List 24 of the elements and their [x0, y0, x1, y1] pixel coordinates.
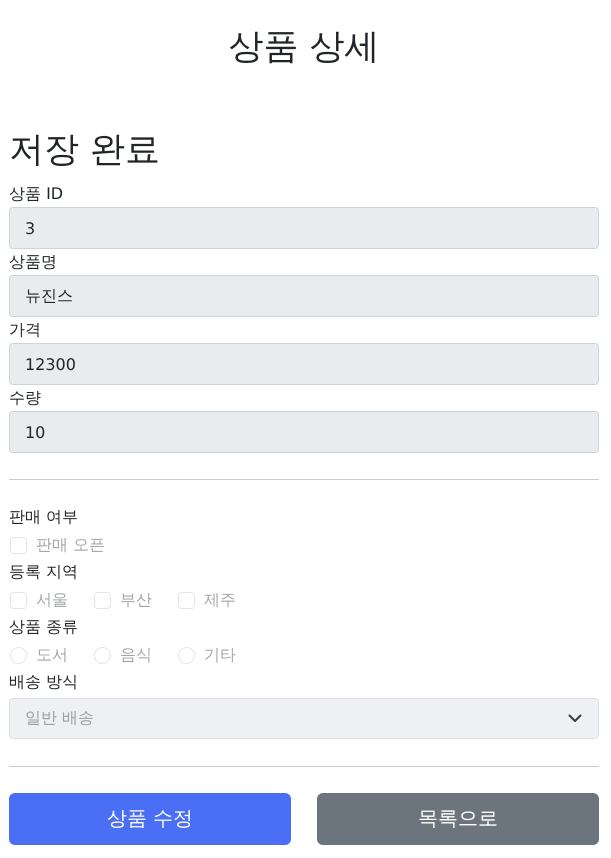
status-heading: 저장 완료	[9, 129, 160, 171]
edit-product-button[interactable]: 상품 수정	[9, 792, 291, 844]
chevron-down-icon	[568, 714, 582, 722]
option-label: 음식	[120, 644, 152, 666]
option-label: 기타	[204, 644, 236, 666]
field-label: 수량	[9, 387, 41, 409]
option-label: 부산	[120, 590, 152, 611]
text-field[interactable]: 뉴진스	[9, 275, 599, 317]
field-label: 상품명	[9, 251, 57, 273]
group-label: 등록 지역	[9, 562, 78, 584]
option-label: 제주	[204, 590, 236, 611]
option-label: 도서	[36, 644, 68, 666]
option-label: 판매 오픈	[36, 534, 106, 556]
group-label: 상품 종류	[9, 617, 78, 638]
field-label: 상품 ID	[9, 183, 64, 205]
text-field[interactable]: 10	[9, 411, 599, 453]
back-to-list-button[interactable]: 목록으로	[317, 792, 599, 844]
field-label: 배송 방식	[9, 672, 78, 694]
page-title: 상품 상세	[228, 26, 380, 68]
text-field[interactable]: 12300	[9, 343, 599, 385]
text-field[interactable]: 3	[9, 207, 599, 249]
option-label: 서울	[36, 590, 68, 611]
field-label: 가격	[9, 319, 41, 341]
group-label: 판매 여부	[9, 507, 78, 528]
